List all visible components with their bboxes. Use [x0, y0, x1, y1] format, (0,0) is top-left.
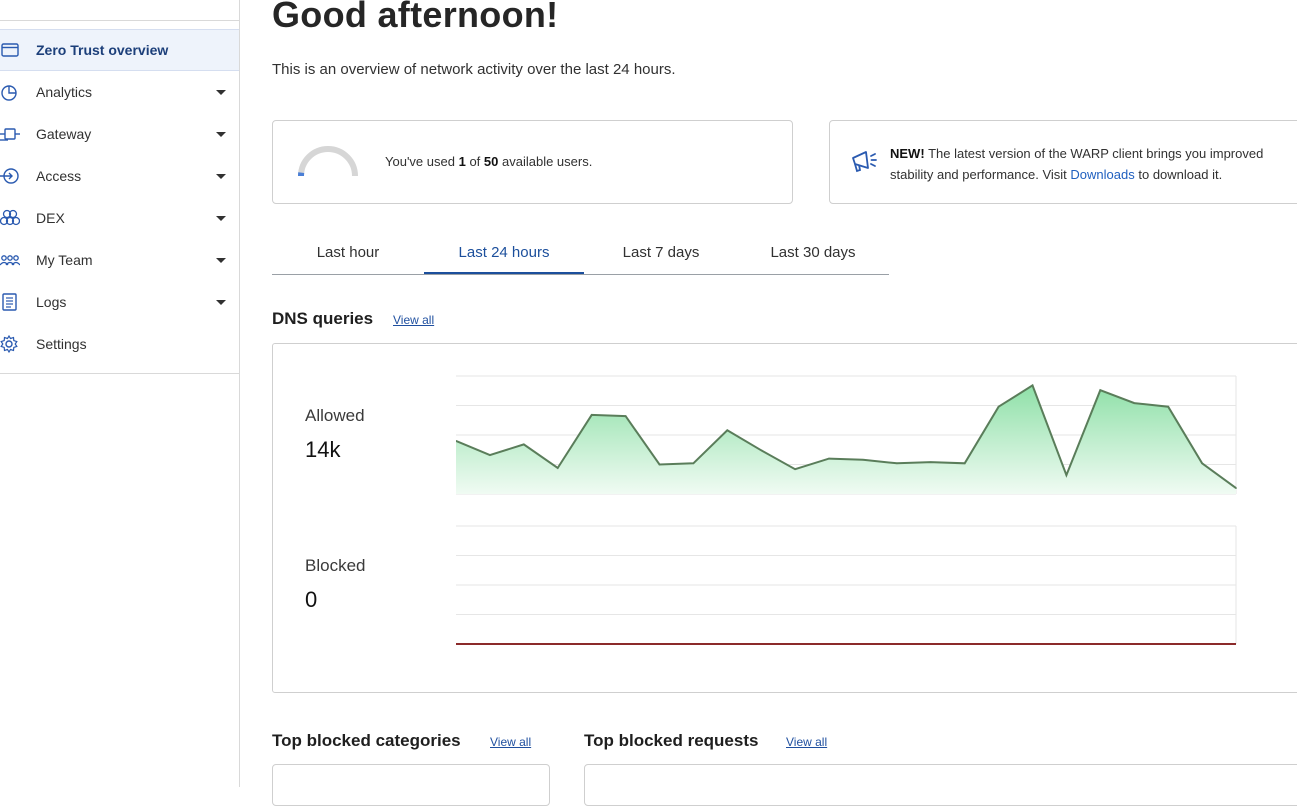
chevron-down-icon: [216, 216, 226, 221]
allowed-data-point: [862, 458, 864, 461]
sidebar-item-dex[interactable]: DEX: [0, 197, 239, 239]
allowed-data-point: [1099, 389, 1102, 391]
page-subtitle: This is an overview of network activity …: [272, 61, 676, 78]
top-blocked-categories-title: Top blocked categories: [272, 731, 461, 750]
dns-charts: [456, 375, 1237, 645]
allowed-data-point: [590, 414, 593, 416]
time-range-tabs: Last hour Last 24 hours Last 7 days Last…: [272, 232, 889, 275]
tab-last-24-hours[interactable]: Last 24 hours: [424, 232, 584, 274]
allowed-data-point: [1235, 487, 1237, 489]
allowed-data-point: [997, 405, 1000, 408]
allowed-data-point: [1031, 384, 1034, 387]
allowed-data-point: [963, 462, 966, 465]
allowed-label: Allowed: [305, 406, 365, 425]
warp-news-card: NEW! The latest version of the WARP clie…: [829, 120, 1297, 204]
gateway-icon: [0, 124, 20, 144]
categories-view-all-link[interactable]: View all: [490, 735, 531, 749]
chevron-down-icon: [216, 132, 226, 137]
pie-chart-icon: [0, 82, 20, 102]
news-text: NEW! The latest version of the WARP clie…: [890, 146, 1264, 182]
allowed-data-point: [1201, 462, 1203, 465]
browser-window-icon: [0, 40, 20, 60]
dns-queries-title: DNS queries: [272, 309, 374, 328]
sidebar-item-access[interactable]: Access: [0, 155, 239, 197]
allowed-data-point: [692, 462, 695, 465]
sidebar-item-label: DEX: [36, 210, 65, 226]
top-blocked-categories-card: [272, 764, 550, 806]
logs-icon: [0, 292, 20, 312]
allowed-data-point: [760, 449, 763, 452]
sidebar-item-label: Analytics: [36, 84, 93, 100]
users-usage-card: You've used 1 of 50 available users.: [272, 120, 793, 204]
allowed-data-point: [489, 454, 491, 456]
allowed-data-point: [1133, 402, 1136, 404]
sidebar-item-zero-trust-overview[interactable]: Zero Trust overview: [0, 29, 239, 71]
chevron-down-icon: [216, 90, 226, 95]
blocked-value: 0: [305, 587, 318, 612]
top-blocked-requests-title: Top blocked requests: [584, 731, 759, 750]
access-icon: [0, 166, 20, 186]
allowed-data-point: [794, 468, 796, 471]
sidebar-item-label: Gateway: [36, 126, 92, 142]
dex-icon: [0, 208, 20, 228]
sidebar-item-label: My Team: [36, 252, 93, 268]
allowed-data-point: [523, 443, 525, 446]
tab-last-30-days[interactable]: Last 30 days: [738, 232, 888, 273]
allowed-area-fill: [456, 385, 1236, 494]
sidebar-item-settings[interactable]: Settings: [0, 323, 239, 365]
dns-view-all-link[interactable]: View all: [393, 313, 434, 327]
sidebar-item-logs[interactable]: Logs: [0, 281, 239, 323]
megaphone-icon: [852, 151, 877, 173]
allowed-data-point: [658, 463, 661, 466]
sidebar-divider: [0, 373, 239, 374]
chevron-down-icon: [216, 174, 226, 179]
allowed-value: 14k: [305, 437, 341, 462]
sidebar-item-label: Zero Trust overview: [36, 42, 169, 58]
top-blocked-requests-card: [584, 764, 1297, 806]
sidebar: Zero Trust overview Analytics Gateway Ac…: [0, 0, 240, 787]
page-title: Good afternoon!: [272, 0, 559, 35]
requests-view-all-link[interactable]: View all: [786, 735, 827, 749]
allowed-data-point: [1167, 405, 1169, 408]
allowed-data-point: [624, 415, 627, 417]
gear-icon: [0, 334, 20, 354]
blocked-label: Blocked: [305, 556, 366, 575]
tab-last-hour[interactable]: Last hour: [272, 232, 424, 273]
allowed-data-point: [896, 462, 898, 465]
sidebar-item-label: Settings: [36, 336, 87, 352]
sidebar-item-label: Access: [36, 168, 82, 184]
usage-gauge: [297, 146, 358, 177]
users-usage-text: You've used 1 of 50 available users.: [385, 154, 593, 169]
team-icon: [0, 250, 20, 270]
downloads-link[interactable]: Downloads: [1070, 167, 1134, 182]
chevron-down-icon: [216, 258, 226, 263]
sidebar-item-gateway[interactable]: Gateway: [0, 113, 239, 155]
tab-last-7-days[interactable]: Last 7 days: [584, 232, 738, 273]
sidebar-item-my-team[interactable]: My Team: [0, 239, 239, 281]
allowed-data-point: [929, 461, 932, 463]
sidebar-item-analytics[interactable]: Analytics: [0, 71, 239, 113]
allowed-data-point: [726, 429, 729, 432]
allowed-data-point: [556, 467, 559, 469]
allowed-data-point: [828, 457, 830, 460]
chevron-down-icon: [216, 300, 226, 305]
sidebar-divider: [0, 20, 239, 21]
sidebar-item-label: Logs: [36, 294, 67, 310]
allowed-data-point: [1065, 474, 1068, 476]
